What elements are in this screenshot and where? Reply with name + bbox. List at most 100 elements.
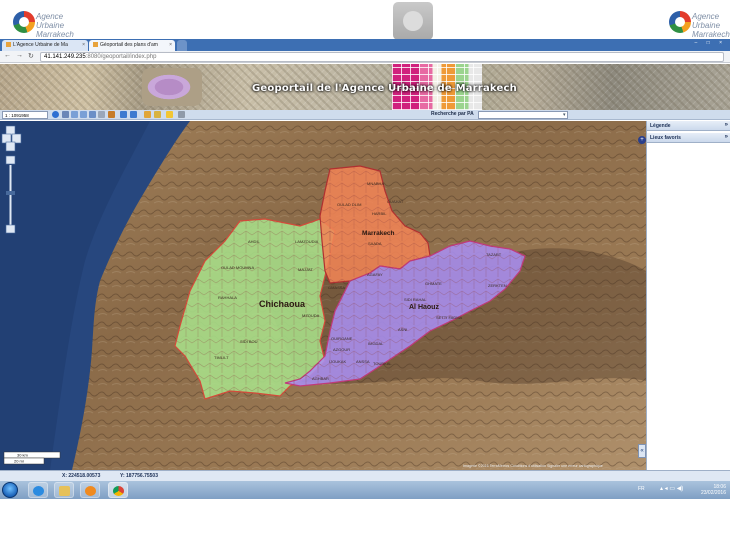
commune-label: ANSSA xyxy=(356,359,370,364)
internet-explorer-icon xyxy=(33,486,44,496)
browser-address-bar: ← → ↻ 41.141.249.235:8080/geoportail/ind… xyxy=(0,51,730,63)
side-panel: Légende » Lieux favoris » xyxy=(646,121,730,470)
language-indicator[interactable]: FR xyxy=(638,486,645,492)
zoom-slider-thumb[interactable] xyxy=(6,191,15,195)
label-marrakech: Marrakech xyxy=(362,230,395,237)
zoom-out-icon[interactable] xyxy=(80,111,87,118)
commune-label: OUIRGANE xyxy=(331,336,353,341)
capture-widget[interactable] xyxy=(393,2,433,40)
tab-geoportail[interactable]: Géoportail des plans d'am × xyxy=(89,40,175,51)
legend-header[interactable]: Légende » xyxy=(647,121,730,131)
tab-label: L'Agence Urbaine de Ma xyxy=(13,42,68,48)
next-view-icon[interactable] xyxy=(130,111,137,118)
pan-east-icon[interactable] xyxy=(11,133,22,144)
map-canvas: Chichaoua Marrakech Al Haouz AHDIL LAMZO… xyxy=(0,121,646,470)
url-path: :8080/geoportail/index.php xyxy=(85,54,157,60)
url-input[interactable]: 41.141.249.235:8080/geoportail/index.php xyxy=(40,52,724,62)
reload-icon[interactable]: ↻ xyxy=(28,52,34,60)
star-icon[interactable] xyxy=(166,111,173,118)
commune-label: AZGOUR xyxy=(333,347,350,352)
layers-icon[interactable] xyxy=(144,111,151,118)
pan-west-icon[interactable] xyxy=(1,133,12,144)
commune-label: GHMATE xyxy=(425,281,442,286)
clock[interactable]: 18:06 23/02/2016 xyxy=(701,484,726,496)
screen: L'Agence Urbaine de Ma × Géoportail des … xyxy=(0,0,730,546)
url-host: 41.141.249.235 xyxy=(44,54,86,60)
pan-icon[interactable] xyxy=(62,111,69,118)
expand-icon[interactable]: » xyxy=(725,134,728,140)
taskbar-explorer[interactable] xyxy=(54,482,74,498)
expand-icon[interactable]: » xyxy=(725,122,728,128)
taskbar-media[interactable] xyxy=(80,482,100,498)
map-view[interactable]: Chichaoua Marrakech Al Haouz AHDIL LAMZO… xyxy=(0,121,646,470)
commune-label: MNABHA xyxy=(367,181,384,186)
start-button-icon[interactable] xyxy=(2,482,18,498)
agency-logo-icon xyxy=(13,11,35,33)
favorites-header[interactable]: Lieux favoris » xyxy=(647,133,730,143)
chrome-icon xyxy=(113,486,124,496)
region-thumbnail xyxy=(142,68,202,106)
search-dropdown-icon[interactable]: ▾ xyxy=(563,112,566,118)
zoom-out-button[interactable] xyxy=(5,224,16,234)
logo-text-line2: Marrakech xyxy=(692,30,730,39)
add-favorite-icon[interactable]: + xyxy=(638,136,646,144)
label-al-haouz: Al Haouz xyxy=(409,304,439,311)
commune-label: OULAD DLIM xyxy=(337,202,361,207)
pan-north-icon[interactable] xyxy=(5,125,16,136)
tray-icons[interactable]: ▴ ◂ ▭ ◀) xyxy=(660,485,683,492)
commune-label: MZOUDA xyxy=(302,313,320,318)
tab-label: Géoportail des plans d'am xyxy=(100,42,158,48)
x-coordinate: X: 224518.00573 xyxy=(62,473,101,479)
commune-label: OUAHAT xyxy=(387,199,404,204)
commune-label: SIDI RAHAL xyxy=(404,297,427,302)
zoom-in-button[interactable] xyxy=(5,155,16,165)
forward-icon[interactable]: → xyxy=(16,52,23,59)
window-controls[interactable]: – □ × xyxy=(695,40,727,46)
media-player-icon xyxy=(85,486,96,496)
commune-label: HARBIL xyxy=(372,211,387,216)
logo-text-line2: Marrakech xyxy=(36,30,74,39)
commune-label: GMASSA xyxy=(328,285,345,290)
print-preview-icon[interactable] xyxy=(154,111,161,118)
commune-label: RAHHALA xyxy=(218,295,237,300)
map-toolbar: 1 : 1091958 Recherche par PA ▾ xyxy=(0,110,730,120)
info-icon[interactable] xyxy=(52,111,59,118)
commune-label: AGAFAY xyxy=(367,272,383,277)
scale-select[interactable]: 1 : 1091958 xyxy=(2,111,48,119)
search-pa-input[interactable] xyxy=(478,111,568,119)
select-icon[interactable] xyxy=(108,111,115,118)
label-chichaoua: Chichaoua xyxy=(259,299,306,309)
commune-label: TOUBKAL xyxy=(373,361,392,366)
back-icon[interactable]: ← xyxy=(4,52,11,59)
new-tab-button[interactable] xyxy=(177,40,187,51)
favorites-label: Lieux favoris xyxy=(650,135,681,141)
commune-label: TAZART xyxy=(486,252,502,257)
search-label: Recherche par PA xyxy=(431,111,474,117)
measure-icon[interactable] xyxy=(98,111,105,118)
tab-close-icon[interactable]: × xyxy=(82,42,85,48)
agency-logo-icon xyxy=(669,11,691,33)
tab-agence-urbaine[interactable]: L'Agence Urbaine de Ma × xyxy=(2,40,88,51)
scale-bar-km: 30 km xyxy=(17,453,29,458)
browser-tabstrip: L'Agence Urbaine de Ma × Géoportail des … xyxy=(0,39,730,51)
panel-collapse-button[interactable]: « xyxy=(638,444,646,458)
logo-text-line1: Agence Urbaine xyxy=(692,12,721,30)
zoom-in-icon[interactable] xyxy=(71,111,78,118)
commune-label: SAADA xyxy=(368,241,382,246)
previous-view-icon[interactable] xyxy=(120,111,127,118)
commune-label: SIDI BOU xyxy=(240,339,258,344)
taskbar-chrome[interactable] xyxy=(108,482,128,498)
zoom-extent-icon[interactable] xyxy=(89,111,96,118)
map-attribution[interactable]: Imagerie ©2016 TerraMetrics Conditions d… xyxy=(463,464,603,468)
commune-label: OULAD MOUMNA xyxy=(221,265,254,270)
page-favicon-icon xyxy=(93,42,98,48)
commune-label: MAJJAT xyxy=(298,267,313,272)
pan-south-icon[interactable] xyxy=(5,141,16,152)
tab-close-icon[interactable]: × xyxy=(169,42,172,48)
windows-taskbar: FR ▴ ◂ ▭ ◀) 18:06 23/02/2016 xyxy=(0,481,730,499)
taskbar-ie[interactable] xyxy=(28,482,48,498)
print-icon[interactable] xyxy=(178,111,185,118)
page-title: Geoportail de l'Agence Urbaine de Marrak… xyxy=(252,83,517,94)
commune-label: TIMLILT xyxy=(214,355,229,360)
agency-logo[interactable]: Agence Urbaine Marrakech xyxy=(10,8,90,39)
